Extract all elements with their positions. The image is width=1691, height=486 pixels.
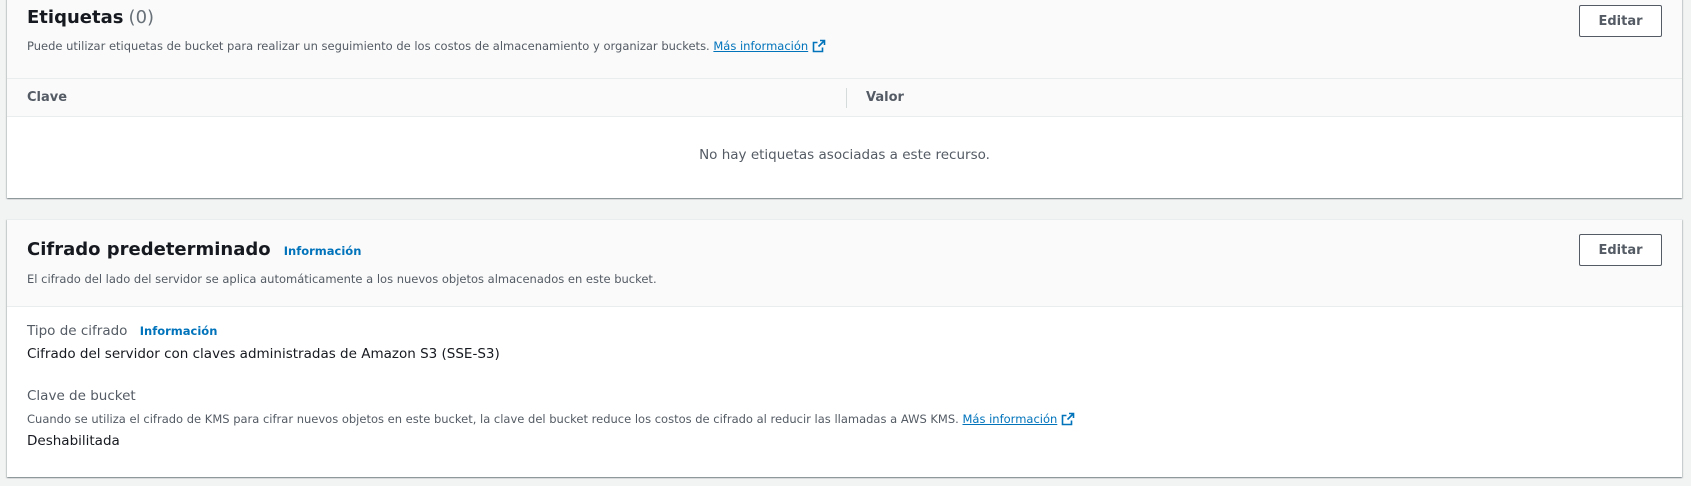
column-divider xyxy=(846,88,847,108)
tags-heading: Etiquetas (0) xyxy=(27,7,154,28)
encryption-panel-header: Cifrado predeterminado Información El ci… xyxy=(7,220,1682,307)
tags-panel: Etiquetas (0) Puede utilizar etiquetas d… xyxy=(7,0,1682,198)
tags-learn-more-link[interactable]: Más información xyxy=(713,39,826,53)
encryption-type-label: Tipo de cifrado xyxy=(27,323,128,339)
encryption-heading: Cifrado predeterminado Información xyxy=(27,239,361,260)
encryption-title: Cifrado predeterminado xyxy=(27,239,271,260)
encryption-type-value: Cifrado del servidor con claves administ… xyxy=(27,346,500,362)
encryption-edit-button[interactable]: Editar xyxy=(1579,234,1662,266)
tags-title: Etiquetas xyxy=(27,7,124,28)
bucket-key-learn-more-label: Más información xyxy=(962,412,1058,426)
bucket-key-description: Cuando se utiliza el cifrado de KMS para… xyxy=(27,412,959,426)
tags-description-line: Puede utilizar etiquetas de bucket para … xyxy=(27,39,826,53)
tags-learn-more-label: Más información xyxy=(713,39,809,53)
encryption-description: El cifrado del lado del servidor se apli… xyxy=(27,272,657,286)
column-header-value[interactable]: Valor xyxy=(866,90,904,105)
tags-edit-button[interactable]: Editar xyxy=(1579,5,1662,37)
tags-count: (0) xyxy=(128,7,155,28)
tags-panel-header: Etiquetas (0) Puede utilizar etiquetas d… xyxy=(7,0,1682,78)
external-link-icon xyxy=(1061,412,1075,426)
encryption-type-label-row: Tipo de cifrado Información xyxy=(27,323,217,339)
bucket-key-learn-more-link[interactable]: Más información xyxy=(962,412,1075,426)
encryption-type-info-link[interactable]: Información xyxy=(140,324,218,338)
bucket-key-value: Deshabilitada xyxy=(27,433,120,449)
tags-empty-message: No hay etiquetas asociadas a este recurs… xyxy=(699,147,990,163)
column-header-key[interactable]: Clave xyxy=(27,90,67,105)
bucket-key-description-line: Cuando se utiliza el cifrado de KMS para… xyxy=(27,412,1075,426)
tags-table-header: Clave Valor xyxy=(7,78,1682,117)
bucket-key-label: Clave de bucket xyxy=(27,388,136,404)
external-link-icon xyxy=(812,39,826,53)
tags-description: Puede utilizar etiquetas de bucket para … xyxy=(27,39,710,53)
encryption-info-link[interactable]: Información xyxy=(284,244,362,258)
encryption-panel: Cifrado predeterminado Información El ci… xyxy=(7,219,1682,477)
